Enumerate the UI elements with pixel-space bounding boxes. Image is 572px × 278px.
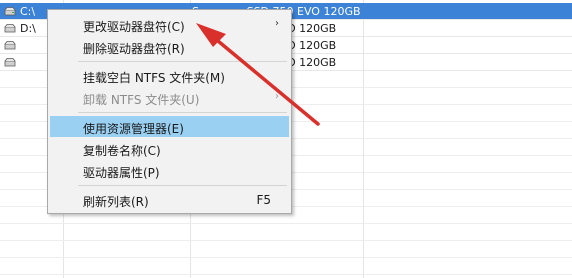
annotation-arrow-shaft [210, 34, 320, 126]
annotation-arrow [196, 23, 320, 126]
